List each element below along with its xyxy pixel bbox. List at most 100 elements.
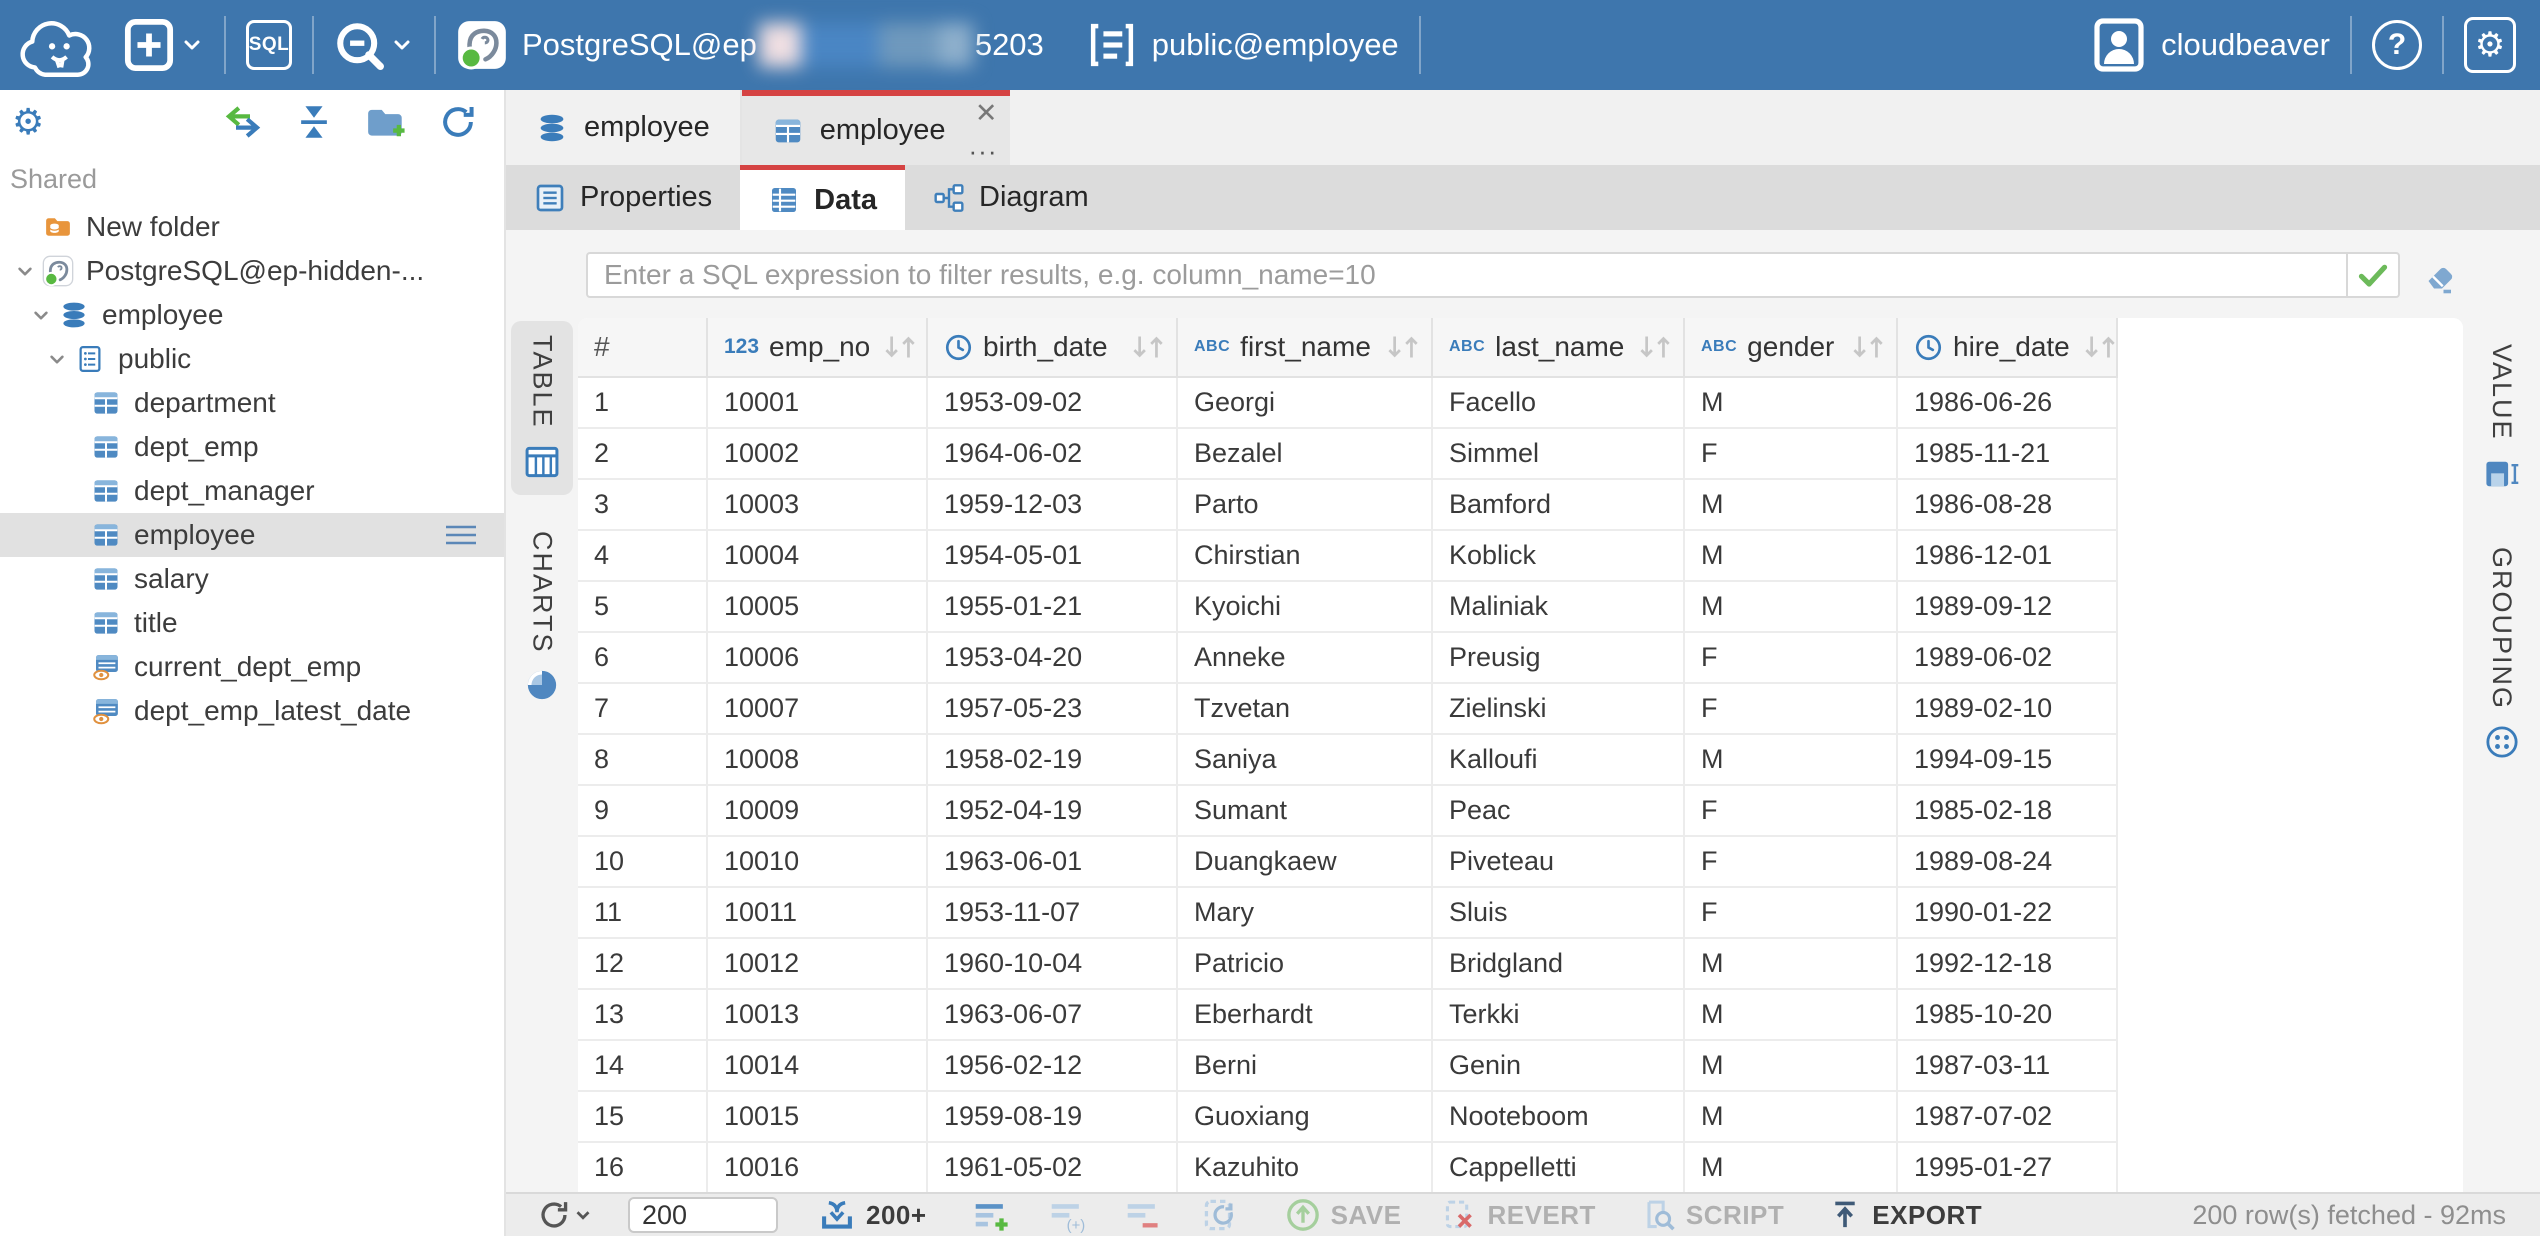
cloudbeaver-logo[interactable]	[16, 12, 108, 78]
data-cell[interactable]: 1985-02-18	[1898, 786, 2118, 837]
data-cell[interactable]: Simmel	[1433, 429, 1685, 480]
schema-selector[interactable]: public@employee	[1088, 21, 1399, 69]
tree-item-title[interactable]: title	[0, 601, 504, 645]
column-header-birth_date[interactable]: birth_date	[928, 318, 1178, 378]
tree-item-salary[interactable]: salary	[0, 557, 504, 601]
data-cell[interactable]: Piveteau	[1433, 837, 1685, 888]
chevron-down-icon[interactable]	[40, 346, 74, 372]
data-cell[interactable]: Maliniak	[1433, 582, 1685, 633]
refresh-tree-icon[interactable]	[438, 102, 478, 142]
script-button[interactable]: SCRIPT	[1640, 1197, 1784, 1233]
data-cell[interactable]: 1953-04-20	[928, 633, 1178, 684]
data-cell[interactable]: 1985-11-21	[1898, 429, 2118, 480]
tree-item-employee[interactable]: employee	[0, 513, 504, 557]
data-cell[interactable]: 1992-12-18	[1898, 939, 2118, 990]
add-folder-icon[interactable]	[364, 102, 408, 142]
data-cell[interactable]: Parto	[1178, 480, 1433, 531]
row-number-cell[interactable]: 8	[578, 735, 708, 786]
data-cell[interactable]: Anneke	[1178, 633, 1433, 684]
data-cell[interactable]: M	[1685, 939, 1898, 990]
settings-button[interactable]: ⚙	[2464, 17, 2516, 73]
presentation-tab-charts[interactable]: CHARTS	[511, 517, 573, 718]
data-cell[interactable]: M	[1685, 480, 1898, 531]
data-cell[interactable]: Patricio	[1178, 939, 1433, 990]
column-header-rownum[interactable]: #	[578, 318, 708, 378]
data-cell[interactable]: 10012	[708, 939, 928, 990]
row-number-cell[interactable]: 1	[578, 378, 708, 429]
data-cell[interactable]: F	[1685, 837, 1898, 888]
data-cell[interactable]: 1955-01-21	[928, 582, 1178, 633]
refresh-results-button[interactable]	[536, 1197, 594, 1233]
row-number-cell[interactable]: 12	[578, 939, 708, 990]
data-cell[interactable]: 10003	[708, 480, 928, 531]
data-cell[interactable]: Terkki	[1433, 990, 1685, 1041]
tab-diagram[interactable]: Diagram	[905, 165, 1117, 230]
revert-button[interactable]: REVERT	[1441, 1197, 1595, 1233]
data-cell[interactable]: 10004	[708, 531, 928, 582]
data-cell[interactable]: 1989-08-24	[1898, 837, 2118, 888]
column-header-hire_date[interactable]: hire_date	[1898, 318, 2118, 378]
tree-item-dept-emp[interactable]: dept_emp	[0, 425, 504, 469]
tab-data[interactable]: Data	[740, 165, 905, 230]
data-cell[interactable]: Bezalel	[1178, 429, 1433, 480]
sort-icon[interactable]	[878, 332, 920, 362]
data-cell[interactable]: M	[1685, 531, 1898, 582]
data-cell[interactable]: 10010	[708, 837, 928, 888]
clear-filter-icon[interactable]	[2416, 252, 2462, 298]
data-cell[interactable]: 1985-10-20	[1898, 990, 2118, 1041]
column-header-emp_no[interactable]: 123emp_no	[708, 318, 928, 378]
data-cell[interactable]: 1956-02-12	[928, 1041, 1178, 1092]
new-connection-button[interactable]	[124, 18, 204, 72]
data-cell[interactable]: 1964-06-02	[928, 429, 1178, 480]
user-menu[interactable]: cloudbeaver	[2093, 17, 2330, 73]
data-cell[interactable]: Saniya	[1178, 735, 1433, 786]
tree-item-department[interactable]: department	[0, 381, 504, 425]
sort-icon[interactable]	[1381, 332, 1423, 362]
data-cell[interactable]: F	[1685, 888, 1898, 939]
sort-icon[interactable]	[1126, 332, 1168, 362]
data-cell[interactable]: 1994-09-15	[1898, 735, 2118, 786]
data-cell[interactable]: Nooteboom	[1433, 1092, 1685, 1143]
data-cell[interactable]: 1959-12-03	[928, 480, 1178, 531]
data-cell[interactable]: 10016	[708, 1143, 928, 1192]
data-cell[interactable]: 1989-06-02	[1898, 633, 2118, 684]
data-cell[interactable]: Bamford	[1433, 480, 1685, 531]
tree-item-current-dept-emp[interactable]: current_dept_emp	[0, 645, 504, 689]
data-cell[interactable]: 10002	[708, 429, 928, 480]
data-cell[interactable]: 1987-03-11	[1898, 1041, 2118, 1092]
apply-changes-button[interactable]	[1201, 1196, 1239, 1234]
data-cell[interactable]: 1995-01-27	[1898, 1143, 2118, 1192]
data-cell[interactable]: Genin	[1433, 1041, 1685, 1092]
navigator-settings-icon[interactable]: ⚙	[12, 101, 44, 143]
add-row-button[interactable]	[973, 1196, 1011, 1234]
data-cell[interactable]: F	[1685, 633, 1898, 684]
tab-properties[interactable]: Properties	[506, 165, 740, 230]
data-cell[interactable]: 1986-06-26	[1898, 378, 2118, 429]
data-cell[interactable]: Koblick	[1433, 531, 1685, 582]
data-cell[interactable]: M	[1685, 990, 1898, 1041]
data-cell[interactable]: Georgi	[1178, 378, 1433, 429]
tab-employee-database[interactable]: employee	[506, 90, 742, 165]
data-cell[interactable]: 1959-08-19	[928, 1092, 1178, 1143]
data-cell[interactable]: 10006	[708, 633, 928, 684]
delete-row-button[interactable]	[1125, 1196, 1163, 1234]
data-cell[interactable]: Duangkaew	[1178, 837, 1433, 888]
data-cell[interactable]: Kyoichi	[1178, 582, 1433, 633]
data-cell[interactable]: Guoxiang	[1178, 1092, 1433, 1143]
tree-item-employee[interactable]: employee	[0, 293, 504, 337]
sql-editor-button[interactable]: SQL	[246, 20, 292, 70]
data-cell[interactable]: 10005	[708, 582, 928, 633]
row-number-cell[interactable]: 10	[578, 837, 708, 888]
data-cell[interactable]: 1989-02-10	[1898, 684, 2118, 735]
data-cell[interactable]: 1990-01-22	[1898, 888, 2118, 939]
data-cell[interactable]: Sluis	[1433, 888, 1685, 939]
column-header-gender[interactable]: ABCgender	[1685, 318, 1898, 378]
row-number-cell[interactable]: 11	[578, 888, 708, 939]
row-number-cell[interactable]: 2	[578, 429, 708, 480]
data-cell[interactable]: 1960-10-04	[928, 939, 1178, 990]
data-cell[interactable]: M	[1685, 582, 1898, 633]
close-tab-icon[interactable]: ✕	[975, 98, 998, 129]
tab-menu-icon[interactable]: ···	[969, 136, 998, 167]
data-cell[interactable]: Facello	[1433, 378, 1685, 429]
apply-filter-button[interactable]	[2346, 254, 2398, 296]
